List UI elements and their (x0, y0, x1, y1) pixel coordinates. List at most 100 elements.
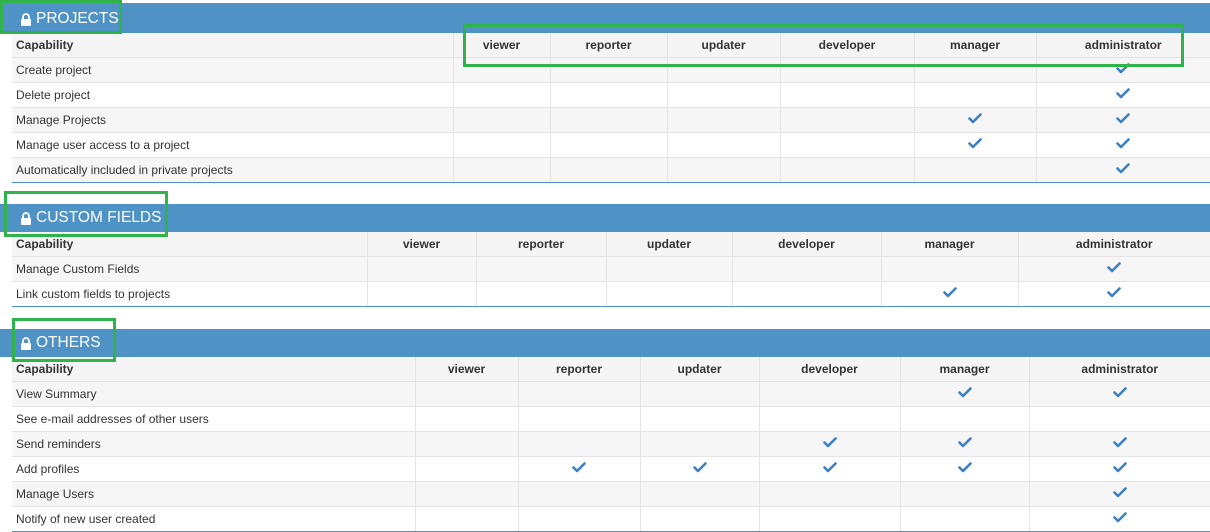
permission-cell-viewer (415, 456, 519, 482)
role-header-viewer: viewer (453, 33, 551, 58)
permission-cell-manager (900, 456, 1030, 482)
permission-cell-administrator (1029, 481, 1210, 507)
permission-cell-administrator (1036, 82, 1210, 108)
permission-cell-reporter (476, 256, 607, 282)
table-row: Automatically included in private projec… (12, 157, 1210, 183)
capability-label: Automatically included in private projec… (12, 157, 454, 183)
checkmark-icon (1107, 287, 1122, 301)
permission-cell-reporter (518, 381, 641, 407)
permission-cell-developer (759, 406, 901, 432)
table-row: Send reminders (12, 431, 1210, 457)
capability-column-header: Capability (12, 232, 368, 257)
capability-label: Send reminders (12, 431, 416, 457)
checkmark-icon (1107, 262, 1122, 276)
table-row: Manage user access to a project (12, 132, 1210, 158)
capability-label: Manage user access to a project (12, 132, 454, 158)
checkmark-icon (1112, 437, 1127, 451)
role-header-reporter: reporter (550, 33, 668, 58)
role-header-developer: developer (732, 232, 882, 257)
checkmark-icon (692, 462, 707, 476)
permission-cell-developer (759, 506, 901, 532)
permission-cell-administrator (1018, 281, 1210, 307)
permission-cell-developer (780, 132, 915, 158)
permission-cell-manager (914, 157, 1037, 183)
permission-cell-reporter (550, 57, 668, 83)
role-header-reporter: reporter (476, 232, 607, 257)
role-header-administrator: administrator (1018, 232, 1210, 257)
checkmark-icon (1116, 163, 1131, 177)
table-row: Create project (12, 57, 1210, 83)
section-title-text: PROJECTS (36, 10, 119, 27)
checkmark-icon (1112, 462, 1127, 476)
permission-cell-reporter (550, 157, 668, 183)
table-row: Notify of new user created (12, 506, 1210, 532)
checkmark-icon (1116, 88, 1131, 102)
permission-cell-reporter (518, 406, 641, 432)
permission-cell-reporter (550, 82, 668, 108)
permission-cell-manager (881, 281, 1019, 307)
permission-cell-manager (900, 406, 1030, 432)
role-header-administrator: administrator (1036, 33, 1210, 58)
permission-cell-updater (640, 381, 760, 407)
role-header-updater: updater (606, 232, 733, 257)
permission-cell-manager (914, 132, 1037, 158)
permission-cell-updater (667, 132, 781, 158)
lock-icon (20, 336, 32, 350)
role-header-updater: updater (640, 357, 760, 382)
section-title: CUSTOM FIELDS (20, 209, 161, 227)
role-header-administrator: administrator (1029, 357, 1210, 382)
permission-cell-administrator (1029, 456, 1210, 482)
section-header: CUSTOM FIELDS (0, 204, 1210, 232)
checkmark-icon (1116, 113, 1131, 127)
permission-cell-viewer (453, 157, 551, 183)
checkmark-icon (822, 437, 837, 451)
checkmark-icon (572, 462, 586, 476)
capability-label: Delete project (12, 82, 454, 108)
permission-cell-viewer (453, 82, 551, 108)
capability-label: Notify of new user created (12, 506, 416, 532)
permission-cell-viewer (415, 381, 519, 407)
permission-cell-administrator (1036, 107, 1210, 133)
permission-cell-updater (640, 456, 760, 482)
table-row: Manage Projects (12, 107, 1210, 133)
checkmark-icon (1116, 138, 1131, 152)
checkmark-icon (957, 387, 972, 401)
table-row: Link custom fields to projects (12, 281, 1210, 307)
table-row: Manage Users (12, 481, 1210, 507)
permission-cell-developer (732, 256, 882, 282)
checkmark-icon (822, 462, 837, 476)
checkmark-icon (968, 138, 982, 152)
table-header-row: Capability viewer reporter updater developer… (12, 357, 1210, 382)
permission-cell-reporter (518, 481, 641, 507)
section-header: OTHERS (0, 329, 1210, 357)
role-header-developer: developer (759, 357, 901, 382)
section-title-text: CUSTOM FIELDS (36, 209, 162, 226)
table-header-row: Capability viewer reporter updater developer… (12, 33, 1210, 58)
permission-cell-manager (914, 82, 1037, 108)
role-header-manager: manager (881, 232, 1019, 257)
permission-cell-viewer (415, 431, 519, 457)
capability-column-header: Capability (12, 33, 454, 58)
permission-cell-manager (881, 256, 1019, 282)
permission-cell-administrator (1036, 132, 1210, 158)
permission-cell-manager (914, 57, 1037, 83)
permission-cell-administrator (1036, 157, 1210, 183)
permission-cell-reporter (518, 456, 641, 482)
permission-cell-manager (900, 481, 1030, 507)
permission-cell-developer (759, 456, 901, 482)
capability-label: Create project (12, 57, 454, 83)
permission-cell-developer (759, 481, 901, 507)
permission-cell-viewer (453, 107, 551, 133)
role-header-updater: updater (667, 33, 781, 58)
permission-cell-updater (640, 406, 760, 432)
checkmark-icon (1116, 63, 1131, 77)
permission-cell-viewer (453, 57, 551, 83)
checkmark-icon (1112, 487, 1127, 501)
checkmark-icon (957, 462, 972, 476)
permission-cell-developer (732, 281, 882, 307)
permission-cell-reporter (518, 431, 641, 457)
permission-cell-administrator (1029, 381, 1210, 407)
permission-cell-viewer (367, 281, 477, 307)
table-row: Add profiles (12, 456, 1210, 482)
permission-cell-developer (780, 157, 915, 183)
